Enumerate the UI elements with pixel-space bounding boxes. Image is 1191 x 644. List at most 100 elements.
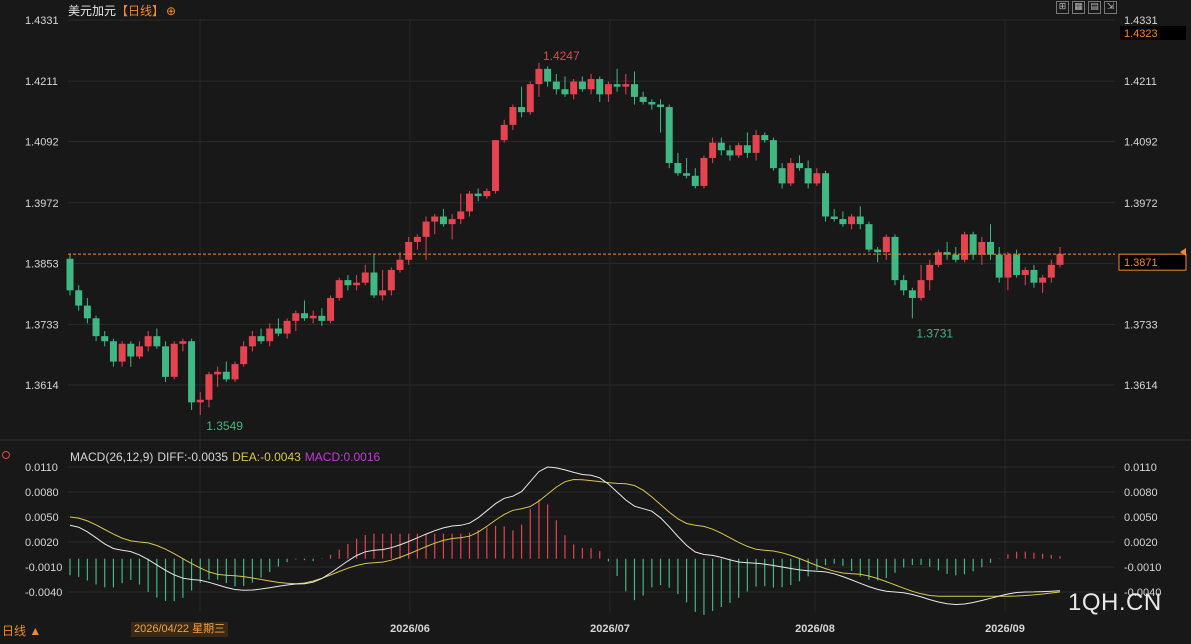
candle-body — [691, 175, 699, 186]
candle-body — [561, 89, 569, 95]
candle-body — [709, 142, 717, 158]
macd-dea-value: DEA:-0.0043 — [232, 450, 301, 464]
candle-body — [544, 68, 552, 82]
candle-body — [804, 168, 812, 184]
candle-body — [439, 216, 447, 225]
candle-body — [865, 224, 873, 250]
price-ytick-right: 1.4331 — [1124, 15, 1158, 27]
candle-body — [1039, 277, 1047, 283]
candle-body — [405, 241, 413, 260]
candle-body — [509, 107, 517, 125]
candle-body — [952, 254, 960, 260]
chart-title: 美元加元【日线】 ⊕ — [68, 2, 176, 19]
macd-ytick-right: 0.0080 — [1124, 487, 1158, 499]
candle-body — [179, 341, 187, 344]
indicator-dot-icon[interactable] — [2, 451, 10, 459]
top-price-label: 1.4323 — [1124, 28, 1158, 40]
macd-ytick-left: 0.0020 — [25, 537, 59, 549]
candle-body — [483, 191, 491, 197]
price-ytick-right: 1.3614 — [1124, 380, 1158, 392]
candle-body — [518, 107, 526, 113]
candle-body — [431, 216, 439, 222]
candle-body — [822, 173, 830, 217]
candle-body — [526, 84, 534, 113]
macd-ytick-right: 0.0050 — [1124, 512, 1158, 524]
candle-body — [335, 280, 343, 298]
footer-bar: 日线 ▲ 2026/04/22 星期三 — [0, 621, 1191, 639]
candle-body — [66, 258, 74, 291]
crosshair-icon[interactable]: ⊕ — [166, 4, 176, 18]
grid-icon[interactable]: ▦ — [1072, 1, 1085, 14]
candle-body — [987, 241, 995, 255]
candle-body — [622, 84, 630, 87]
candle-body — [344, 280, 352, 286]
resize-icon[interactable]: ⇲ — [1104, 1, 1117, 14]
candle-body — [813, 173, 821, 184]
candle-body — [318, 315, 326, 321]
candle-body — [101, 336, 109, 342]
candle-body — [500, 124, 508, 141]
candle-body — [761, 135, 769, 141]
candle-body — [743, 145, 751, 153]
candle-body — [639, 96, 647, 102]
candle-body — [839, 219, 847, 225]
candle-body — [83, 305, 91, 319]
candle-body — [665, 107, 673, 164]
maximize-icon[interactable]: ⊞ — [1056, 1, 1069, 14]
candle-body — [778, 168, 786, 184]
candle-body — [1004, 254, 1012, 278]
candle-body — [170, 343, 178, 377]
candle-body — [283, 320, 291, 334]
candle-body — [683, 173, 691, 176]
chart-canvas: 1.4331 1.4331 1.4211 1.4211 1.4092 1.4092 1.39… — [0, 15, 1191, 635]
price-ytick-right: 1.4211 — [1124, 76, 1157, 88]
candle-body — [231, 364, 239, 380]
grid-lines — [68, 18, 1115, 612]
candle-body — [969, 234, 977, 255]
candle-body — [717, 142, 725, 151]
macd-ytick-right: -0.0010 — [1124, 562, 1161, 574]
layout-icon[interactable]: ▤ — [1088, 1, 1101, 14]
candle-body — [578, 81, 586, 90]
candle-body — [205, 374, 213, 400]
candle-body — [830, 216, 838, 220]
price-ytick-left: 1.3614 — [25, 380, 59, 392]
candle-body — [848, 216, 856, 225]
candles — [66, 62, 1064, 416]
price-ytick-left: 1.4092 — [25, 137, 59, 149]
window-controls: ⊞ ▦ ▤ ⇲ — [1056, 1, 1117, 14]
candle-body — [735, 145, 743, 156]
high-price-label: 1.4247 — [543, 49, 580, 63]
price-ytick-left: 1.3853 — [25, 258, 59, 270]
candle-body — [908, 290, 916, 298]
macd-diff-value: DIFF:-0.0035 — [157, 450, 229, 464]
candle-body — [361, 272, 369, 283]
candle-body — [465, 193, 473, 212]
candle-body — [266, 328, 274, 342]
candle-body — [413, 236, 421, 242]
candle-body — [135, 346, 143, 357]
period-tab-button[interactable]: 日线 ▲ — [2, 622, 41, 639]
candle-body — [144, 336, 152, 347]
period-tag[interactable]: 【日线】 — [116, 4, 164, 18]
candle-body — [214, 371, 222, 375]
candle-body — [1030, 269, 1038, 283]
candle-body — [613, 84, 621, 87]
candle-body — [674, 163, 682, 174]
macd-legend: MACD(26,12,9) DIFF:-0.0035 DEA:-0.0043 MACD… — [70, 450, 384, 464]
candle-body — [795, 163, 803, 169]
candle-body — [75, 290, 83, 306]
candle-body — [248, 336, 256, 347]
candle-body — [1021, 269, 1029, 276]
candle-body — [882, 236, 890, 253]
candle-body — [891, 236, 899, 281]
candle-body — [92, 318, 100, 337]
candle-body — [257, 336, 265, 342]
candle-body — [396, 259, 404, 270]
macd-hist-value: MACD:0.0016 — [304, 450, 381, 464]
candle-body — [630, 84, 638, 97]
cursor-date-label: 2026/04/22 星期三 — [131, 622, 229, 637]
candle-body — [657, 104, 665, 108]
candle-body — [448, 219, 456, 225]
candle-body — [222, 371, 230, 380]
